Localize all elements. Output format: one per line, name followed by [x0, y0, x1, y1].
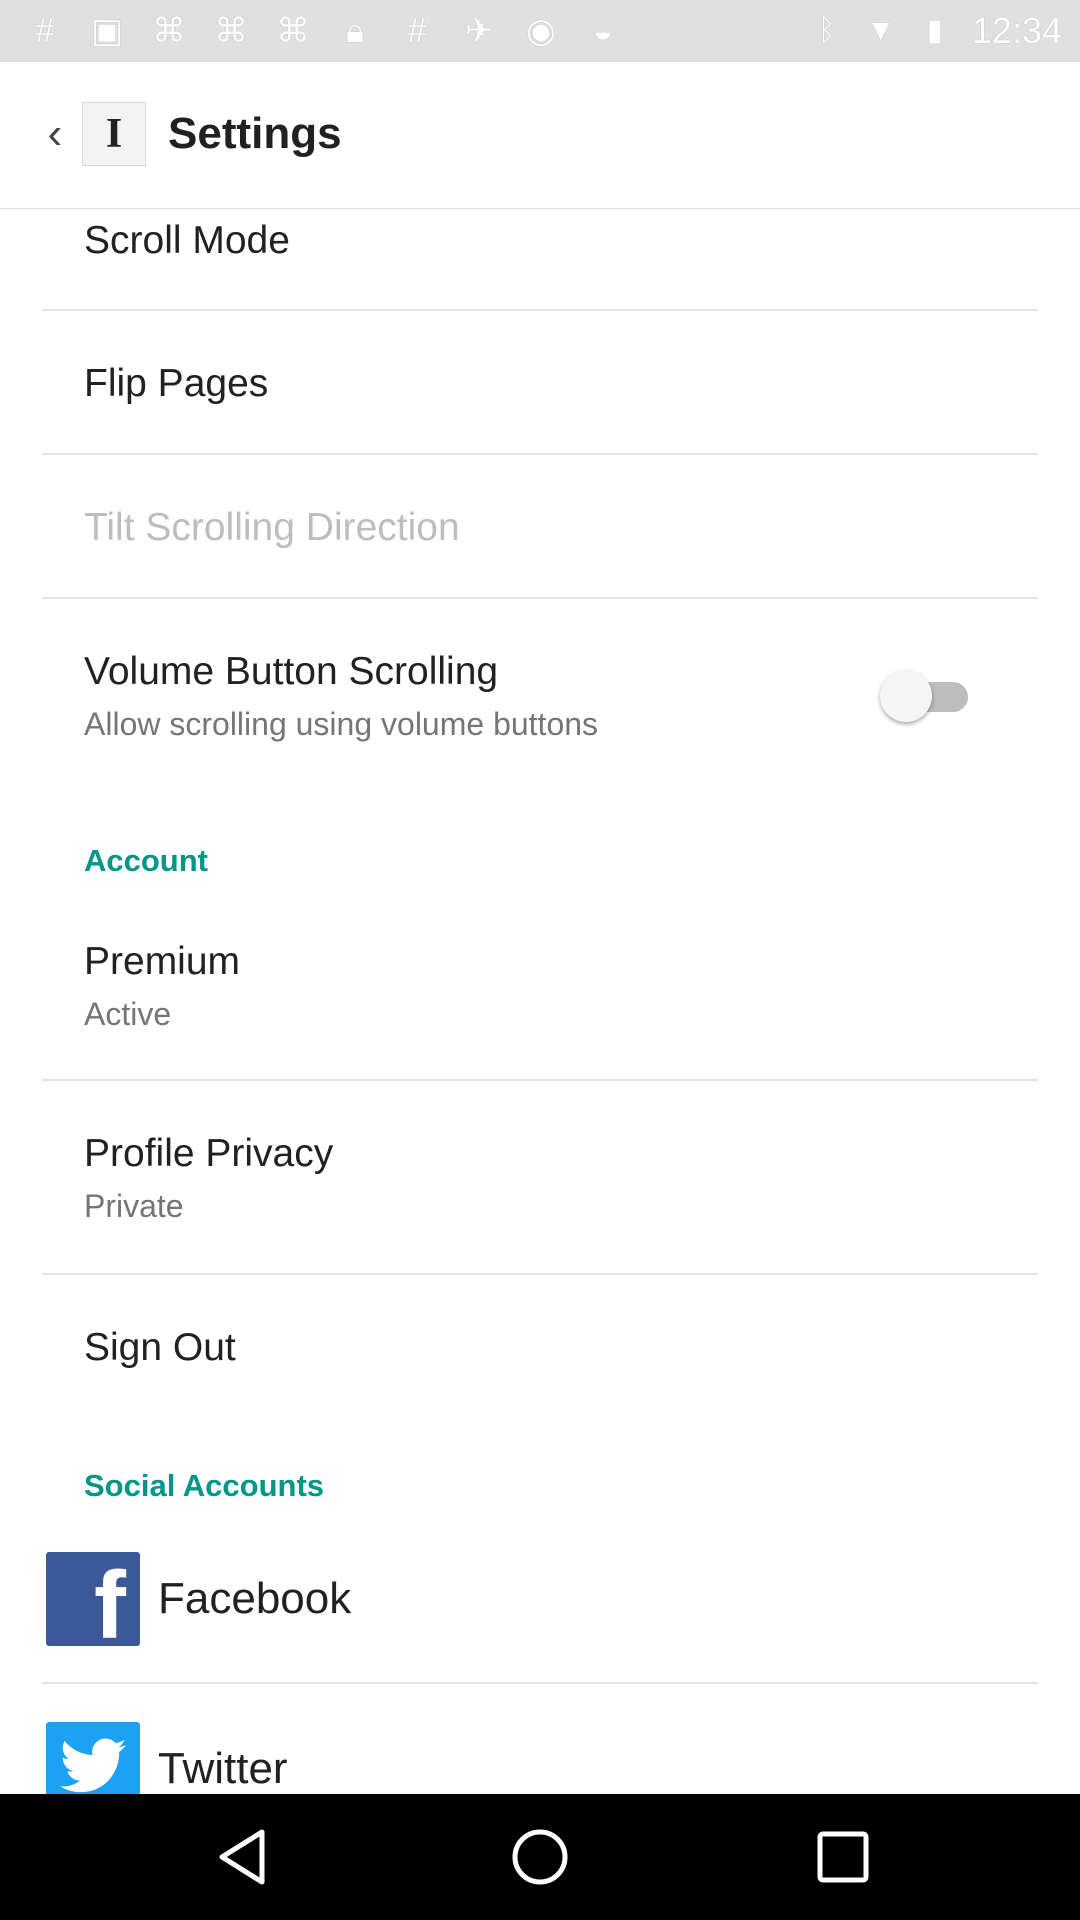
triangle-back-icon: [219, 1829, 265, 1885]
android-icon: ◒: [592, 12, 614, 50]
account-section-header: Account: [84, 843, 208, 878]
notification-icon: ⌘: [276, 12, 310, 50]
square-recents-icon: [817, 1831, 869, 1883]
circle-home-icon: [512, 1829, 568, 1885]
scroll-mode-label: Scroll Mode: [84, 219, 290, 262]
nav-recents-button[interactable]: [808, 1822, 878, 1892]
notification-icon: ⌘: [214, 12, 248, 50]
bluetooth-icon: ᛒ: [817, 14, 836, 47]
back-button[interactable]: ‹: [30, 106, 80, 162]
notification-icon: ⌘: [152, 12, 186, 50]
navigation-bar: [0, 1794, 1080, 1920]
app-logo: I: [82, 102, 146, 166]
battery-icon: ▮: [926, 14, 944, 47]
sign-out-label: Sign Out: [84, 1326, 236, 1369]
notification-icon: ▣: [90, 12, 124, 50]
sign-out-item[interactable]: Sign Out: [0, 1275, 1080, 1415]
profile-privacy-item[interactable]: Profile Privacy Private: [0, 1081, 1080, 1273]
twitter-icon: [46, 1722, 140, 1794]
premium-item[interactable]: Premium Active: [0, 915, 1080, 1079]
lock-icon: 🔒︎: [345, 12, 365, 50]
wifi-icon: ▼: [866, 14, 896, 47]
scroll-mode-item[interactable]: Scroll Mode: [0, 209, 1080, 309]
page-title: Settings: [168, 109, 342, 158]
profile-privacy-label: Profile Privacy: [84, 1132, 334, 1175]
facebook-label: Facebook: [158, 1574, 352, 1623]
nav-back-button[interactable]: [208, 1822, 278, 1892]
tilt-scrolling-label: Tilt Scrolling Direction: [84, 506, 460, 549]
facebook-icon: f: [46, 1552, 140, 1646]
status-bar: # ▣ ⌘ ⌘ ⌘ 🔒︎ # ✈︎ ◉ ◒ ᛒ ▼ ▮ 12:34: [0, 0, 1080, 62]
chevron-left-icon: ‹: [47, 109, 63, 158]
toggle-thumb: [880, 670, 932, 722]
app-bar: ‹ I Settings: [0, 62, 1080, 209]
nav-home-button[interactable]: [505, 1822, 575, 1892]
volume-scrolling-summary: Allow scrolling using volume buttons: [84, 706, 599, 742]
premium-label: Premium: [84, 940, 241, 983]
profile-privacy-status: Private: [84, 1188, 184, 1224]
notification-icon: ◉: [526, 12, 556, 50]
volume-scrolling-toggle[interactable]: [880, 670, 976, 722]
flip-pages-label: Flip Pages: [84, 362, 269, 405]
twitter-label: Twitter: [158, 1744, 288, 1793]
premium-status: Active: [84, 996, 172, 1032]
twitter-item[interactable]: Twitter: [0, 1684, 1080, 1794]
status-time: 12:34: [971, 10, 1062, 51]
volume-scrolling-label: Volume Button Scrolling: [84, 650, 499, 693]
notification-icon: #: [407, 12, 427, 50]
notification-icon: #: [35, 12, 55, 50]
tilt-scrolling-item: Tilt Scrolling Direction: [0, 455, 1080, 597]
flip-pages-item[interactable]: Flip Pages: [0, 311, 1080, 453]
satellite-icon: ✈︎: [464, 12, 494, 50]
facebook-item[interactable]: f Facebook: [0, 1540, 1080, 1682]
social-section-header: Social Accounts: [84, 1468, 325, 1503]
